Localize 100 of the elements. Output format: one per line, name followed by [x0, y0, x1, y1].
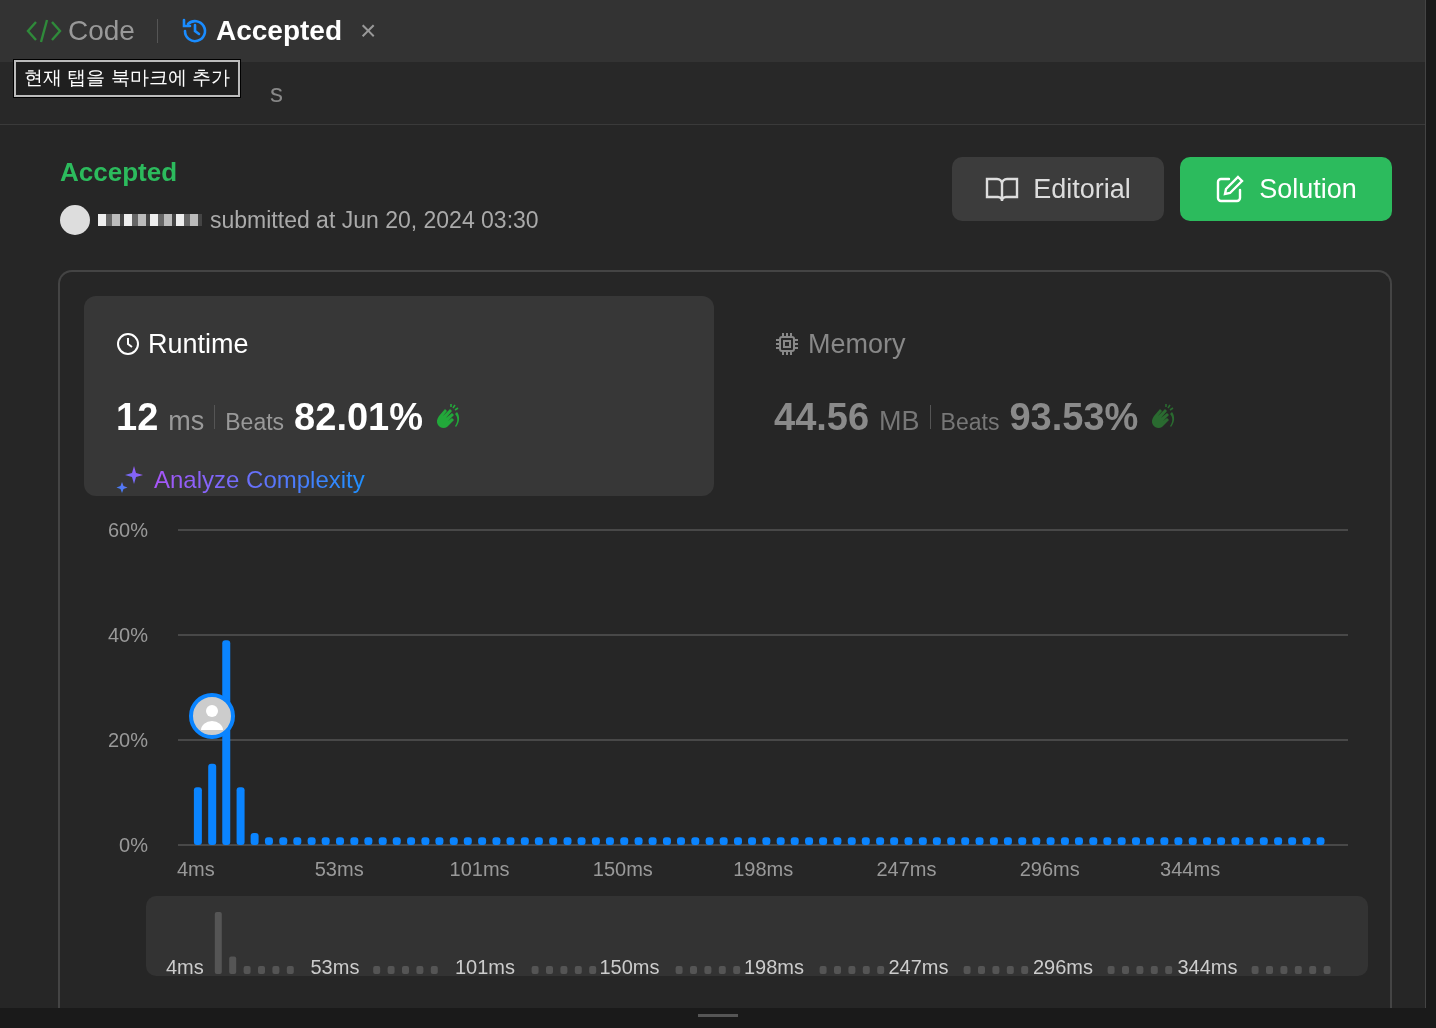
- bar: [1018, 837, 1027, 845]
- axis-label: 4ms: [166, 956, 204, 976]
- bar: [1046, 837, 1055, 845]
- overview-bar: [1280, 966, 1288, 974]
- bar: [435, 837, 444, 845]
- bar: [876, 837, 885, 845]
- overview-bar: [877, 966, 885, 974]
- overview-track[interactable]: 4ms 53ms 101ms 150ms 198ms 247ms 296ms 344ms: [146, 896, 1368, 976]
- bar: [676, 837, 685, 845]
- overview-bar: [848, 966, 856, 974]
- overview-bar: [978, 966, 985, 974]
- axis-label: 4ms: [177, 858, 215, 880]
- bar: [861, 837, 870, 845]
- bar: [563, 837, 572, 845]
- bar: [790, 837, 799, 845]
- bar: [1060, 837, 1069, 845]
- bar: [762, 837, 771, 845]
- submission-time: submitted at Jun 20, 2024 03:30: [210, 206, 539, 235]
- bar: [1132, 837, 1140, 845]
- bar: [605, 837, 614, 845]
- bar: [279, 837, 288, 845]
- bar: [847, 837, 856, 845]
- overview-bar: [402, 966, 409, 974]
- bar: [577, 837, 586, 845]
- close-button[interactable]: ×: [356, 17, 381, 45]
- overview-bar: [675, 966, 683, 974]
- bar: [1160, 837, 1169, 845]
- metric-title: Memory: [808, 328, 906, 361]
- tab[interactable]: Accepted: [173, 10, 348, 52]
- bar: [1217, 837, 1226, 845]
- bar: [421, 837, 430, 845]
- bar: [904, 837, 913, 845]
- status-text: Accepted: [60, 157, 179, 187]
- bar: [1074, 837, 1083, 845]
- bar: [478, 837, 487, 845]
- axis-label: 20%: [107, 729, 148, 751]
- bar: [463, 837, 472, 845]
- beats-percent: 82.01%: [294, 394, 423, 440]
- bar: [492, 837, 501, 845]
- bar: [293, 837, 302, 845]
- book-icon: [985, 175, 1020, 203]
- overview-bar: [531, 966, 539, 974]
- bar: [947, 837, 956, 845]
- bar: [350, 837, 359, 845]
- bar: [506, 837, 515, 845]
- bar: [236, 787, 245, 845]
- overview-bar: [704, 966, 712, 974]
- bar: [378, 837, 387, 845]
- axis-label: 198ms: [744, 956, 805, 976]
- overview-bar: [258, 966, 265, 974]
- overview-bar: [1006, 966, 1014, 974]
- bar: [1302, 837, 1311, 845]
- bar: [833, 837, 842, 845]
- bar: [549, 837, 558, 845]
- editorial-button[interactable]: Editorial: [952, 157, 1164, 221]
- bar: [691, 837, 700, 845]
- bar: [1032, 837, 1041, 845]
- bar: [634, 837, 643, 845]
- axis-label: 0%: [119, 834, 148, 856]
- bar: [407, 837, 416, 845]
- axis-label: 53ms: [314, 858, 364, 880]
- code-icon: [26, 17, 62, 45]
- bar: [620, 837, 629, 845]
- resize-handle[interactable]: [698, 1014, 738, 1017]
- back-link[interactable]: s: [270, 78, 283, 108]
- bar: [392, 837, 401, 845]
- axis-label: 344ms: [1160, 858, 1221, 880]
- metric-card[interactable]: Runtime 12 ms Beats 82.01% Analyze Complexity: [84, 296, 714, 496]
- metric-title: Runtime: [148, 328, 249, 361]
- overview-bar: [819, 966, 827, 974]
- bar: [819, 837, 828, 845]
- solution-button[interactable]: Solution: [1180, 157, 1392, 221]
- axis-label: 198ms: [733, 858, 794, 880]
- overview-bar: [560, 966, 568, 974]
- bar: [1103, 837, 1112, 845]
- overview-bar: [992, 966, 1000, 974]
- bar: [932, 837, 941, 845]
- axis-label: 344ms: [1177, 956, 1238, 976]
- overview-bar: [1309, 966, 1317, 974]
- bar: [264, 837, 273, 845]
- bar: [193, 787, 202, 845]
- overview-bar: [1251, 966, 1259, 974]
- overview-bar: [1294, 966, 1302, 974]
- bar: [1117, 837, 1126, 845]
- beats-label: Beats: [225, 407, 285, 437]
- bar: [307, 837, 316, 845]
- bar: [805, 837, 814, 845]
- overview-bar: [1122, 966, 1129, 974]
- metric-panel[interactable]: Memory 44.56 MB Beats 93.53%: [714, 296, 1344, 496]
- overview-bar: [272, 966, 280, 974]
- avatar-icon: [60, 205, 90, 236]
- bar: [719, 837, 728, 845]
- axis-label: 53ms: [310, 956, 360, 976]
- overview-bar: [862, 966, 870, 974]
- bar: [1316, 837, 1325, 845]
- bar: [1089, 837, 1098, 845]
- bar: [449, 837, 458, 845]
- tab[interactable]: Code: [20, 10, 141, 52]
- overview-bar: [373, 966, 381, 974]
- overview-bar: [834, 966, 841, 974]
